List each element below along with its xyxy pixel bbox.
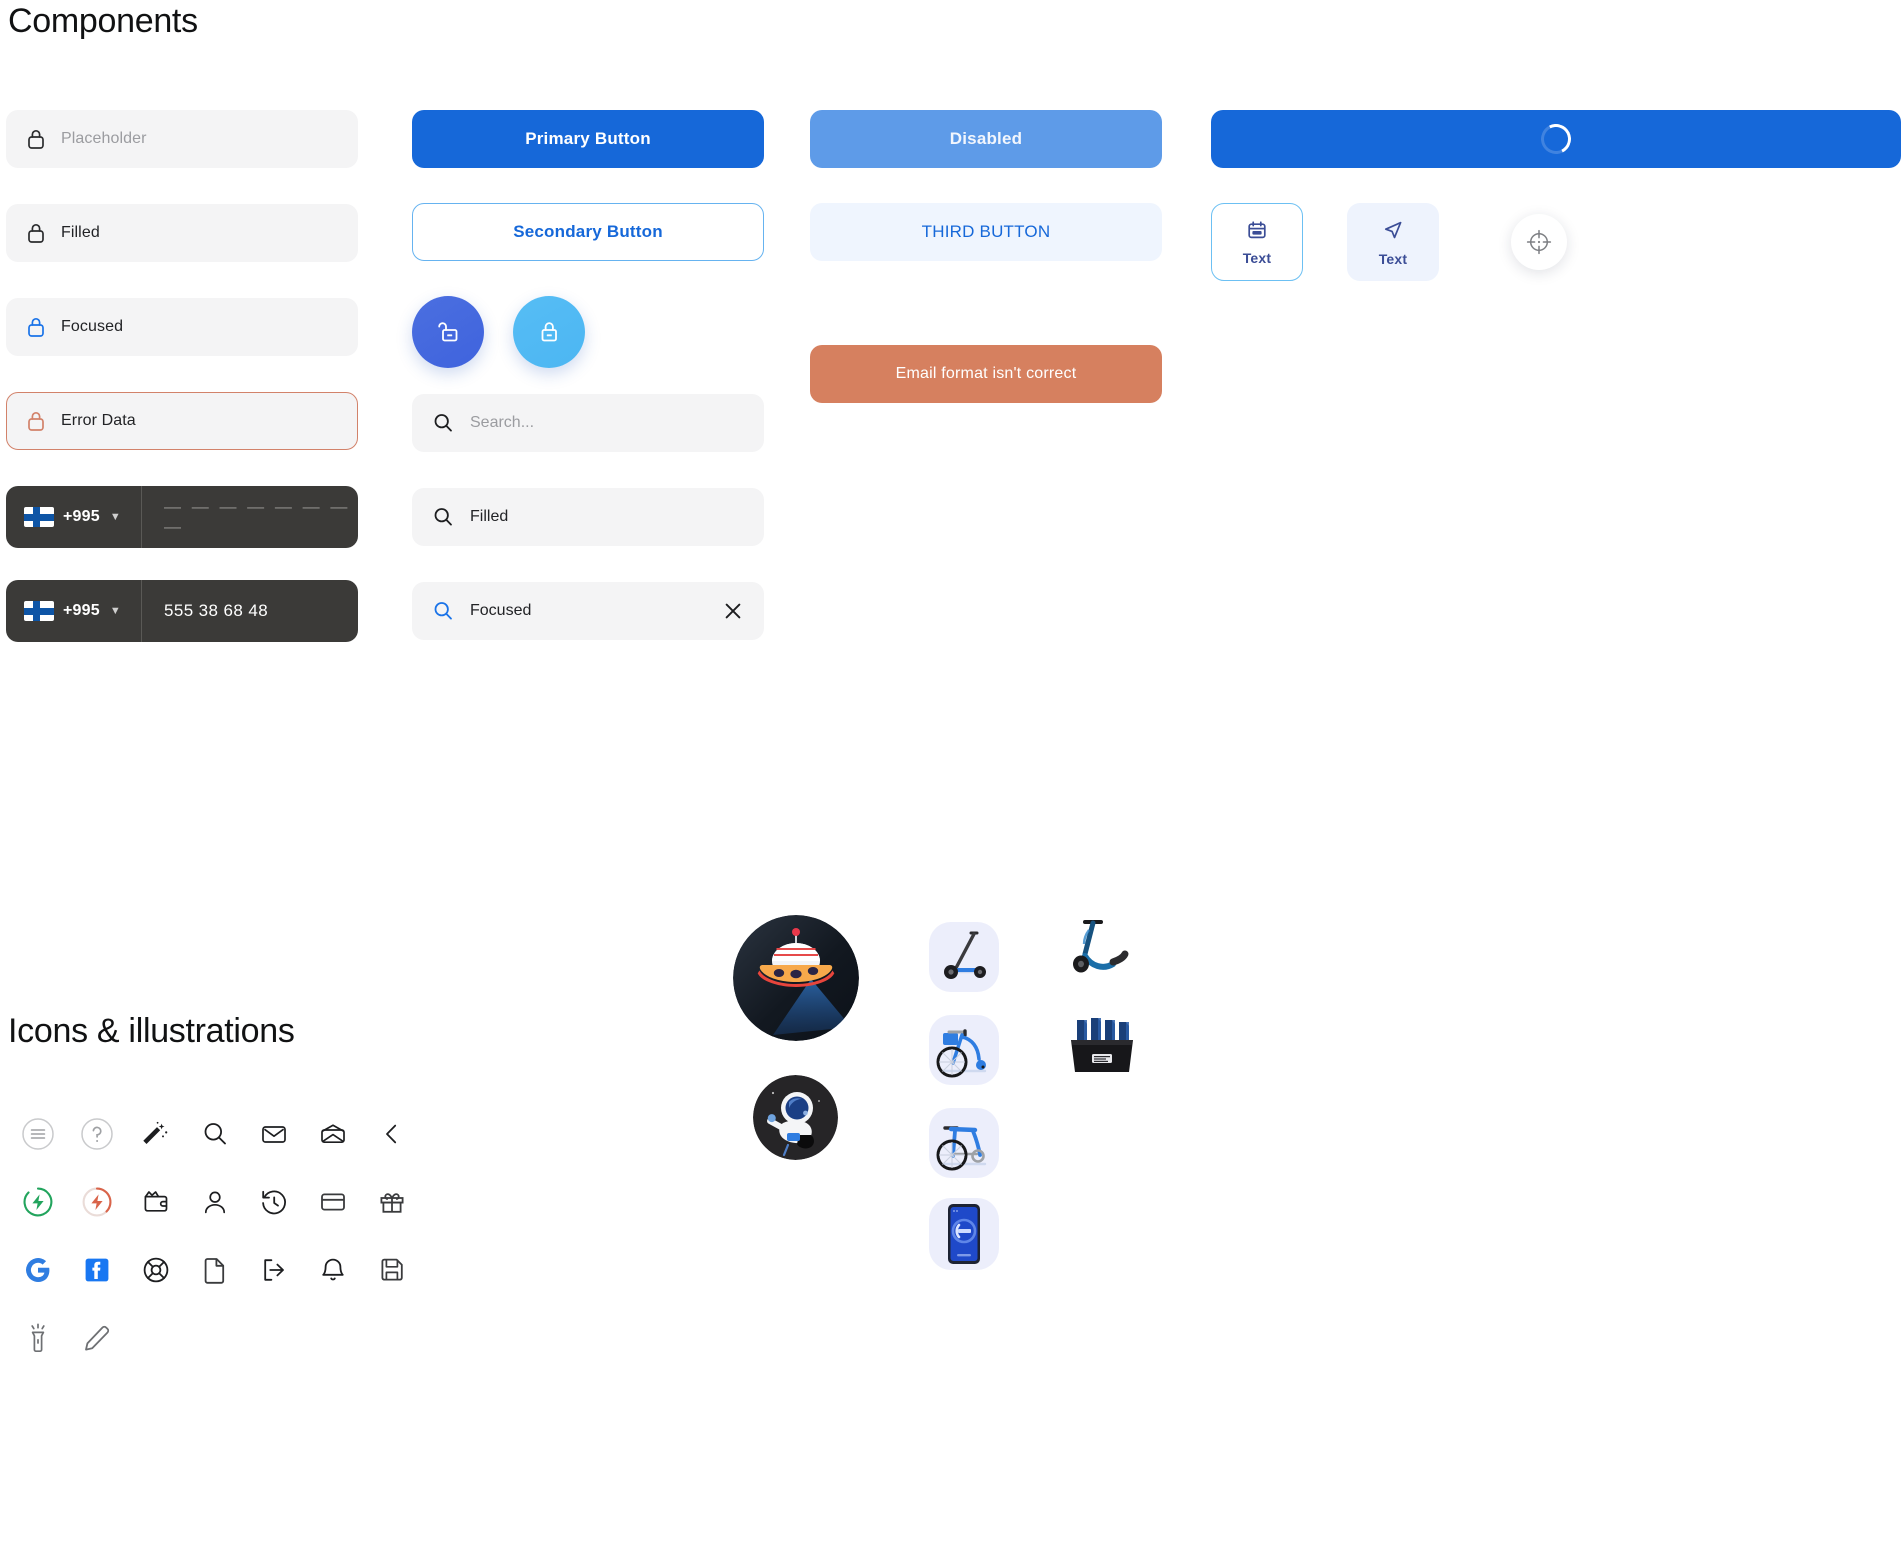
icon-grid — [8, 1100, 421, 1372]
buttons-column: Primary Button Secondary Button Search..… — [412, 110, 764, 676]
search-icon[interactable] — [185, 1120, 244, 1148]
country-code-selector[interactable]: +995 ▼ — [6, 486, 142, 548]
input-error-value: Error Data — [61, 412, 136, 429]
menu-circle-icon[interactable] — [8, 1117, 67, 1151]
search-filled-value: Filled — [470, 508, 509, 525]
mail-open-icon[interactable] — [303, 1119, 362, 1149]
icon-row — [8, 1168, 421, 1236]
misc-column: Text Text — [1211, 110, 1901, 281]
magic-wand-icon[interactable] — [126, 1119, 185, 1149]
page-root: Components Placeholder Filled Focused Er… — [0, 0, 1904, 1550]
history-icon[interactable] — [244, 1187, 303, 1217]
search-input-focused[interactable]: Focused — [412, 582, 764, 640]
crosshair-target-icon — [1525, 228, 1553, 256]
phone-number-value[interactable]: 555 38 68 48 — [142, 580, 358, 642]
battery-low-icon[interactable] — [67, 1186, 126, 1218]
user-icon[interactable] — [185, 1187, 244, 1217]
loading-spinner-icon — [1537, 120, 1575, 158]
country-code-label: +995 — [63, 602, 100, 619]
phone-input-filled[interactable]: +995 ▼ 555 38 68 48 — [6, 580, 358, 642]
google-icon[interactable] — [8, 1256, 67, 1284]
city-bike-tile-illustration — [929, 1015, 999, 1085]
mail-closed-icon[interactable] — [244, 1119, 303, 1149]
gift-icon[interactable] — [362, 1187, 421, 1217]
finland-flag-icon — [24, 601, 54, 621]
ufo-illustration — [733, 915, 859, 1041]
country-code-selector[interactable]: +995 ▼ — [6, 580, 142, 642]
phone-app-tile-illustration — [929, 1198, 999, 1270]
search-input-placeholder[interactable]: Search... — [412, 394, 764, 452]
road-bike-tile-illustration — [929, 1108, 999, 1178]
save-floppy-icon[interactable] — [362, 1256, 421, 1284]
chevron-left-icon[interactable] — [362, 1121, 421, 1147]
credit-card-icon[interactable] — [303, 1187, 362, 1217]
icons-section-title: Icons & illustrations — [8, 1012, 295, 1050]
page-title: Components — [8, 2, 198, 40]
finland-flag-icon — [24, 507, 54, 527]
battery-charged-icon[interactable] — [8, 1186, 67, 1218]
input-filled[interactable]: Filled — [6, 204, 358, 262]
lock-icon — [25, 221, 47, 245]
navigation-arrow-icon — [1381, 218, 1405, 242]
lock-icon — [25, 409, 47, 433]
states-column: Disabled THIRD BUTTON Email format isn't… — [810, 110, 1162, 438]
secondary-button[interactable]: Secondary Button — [412, 203, 764, 261]
chevron-down-icon: ▼ — [109, 511, 121, 523]
input-error[interactable]: Error Data — [6, 392, 358, 450]
disabled-button: Disabled — [810, 110, 1162, 168]
chip-label: Text — [1378, 250, 1408, 267]
locate-button[interactable] — [1511, 214, 1567, 270]
close-icon[interactable] — [722, 600, 744, 622]
chip-group: Text Text — [1211, 203, 1901, 281]
loading-button — [1211, 110, 1901, 168]
scooter-tile-illustration — [929, 922, 999, 992]
search-focused-value: Focused — [470, 602, 532, 619]
facebook-icon[interactable] — [67, 1256, 126, 1284]
phone-input-empty[interactable]: +995 ▼ — — — — — — — — — [6, 486, 358, 548]
input-placeholder[interactable]: Placeholder — [6, 110, 358, 168]
lock-button[interactable] — [513, 296, 585, 368]
input-focused[interactable]: Focused — [6, 298, 358, 356]
input-placeholder-text: Placeholder — [61, 130, 147, 147]
search-icon — [432, 506, 454, 528]
wallet-icon[interactable] — [126, 1187, 185, 1217]
error-message-banner: Email format isn't correct — [810, 345, 1162, 403]
search-placeholder-text: Search... — [470, 414, 535, 431]
pencil-edit-icon[interactable] — [67, 1323, 126, 1353]
bell-icon[interactable] — [303, 1255, 362, 1285]
icon-row — [8, 1236, 421, 1304]
search-input-filled[interactable]: Filled — [412, 488, 764, 546]
unlock-button[interactable] — [412, 296, 484, 368]
round-button-group — [412, 296, 764, 368]
primary-button[interactable]: Primary Button — [412, 110, 764, 168]
icon-row — [8, 1100, 421, 1168]
inputs-column: Placeholder Filled Focused Error Data +9… — [6, 110, 358, 674]
lock-icon — [25, 315, 47, 339]
chip-navigation[interactable]: Text — [1347, 203, 1439, 281]
country-code-label: +995 — [63, 508, 100, 525]
input-filled-value: Filled — [61, 224, 100, 241]
search-icon — [432, 600, 454, 622]
chevron-down-icon: ▼ — [109, 605, 121, 617]
lock-icon — [25, 127, 47, 151]
input-focused-value: Focused — [61, 318, 124, 335]
third-button[interactable]: THIRD BUTTON — [810, 203, 1162, 261]
chip-calendar[interactable]: Text — [1211, 203, 1303, 281]
icon-row — [8, 1304, 421, 1372]
chip-label: Text — [1242, 249, 1272, 266]
search-icon — [432, 412, 454, 434]
unlock-icon — [434, 317, 462, 347]
phone-number-mask[interactable]: — — — — — — — — — [142, 486, 358, 548]
document-icon[interactable] — [185, 1255, 244, 1285]
help-circle-icon[interactable] — [67, 1117, 126, 1151]
calendar-icon — [1246, 219, 1268, 241]
lock-icon — [535, 317, 563, 347]
scooter-3d-illustration — [1055, 910, 1143, 988]
lifebuoy-support-icon[interactable] — [126, 1255, 185, 1285]
battery-dock-illustration — [1055, 1012, 1145, 1084]
astronaut-illustration — [753, 1075, 838, 1160]
logout-icon[interactable] — [244, 1255, 303, 1285]
flashlight-icon[interactable] — [8, 1322, 67, 1354]
